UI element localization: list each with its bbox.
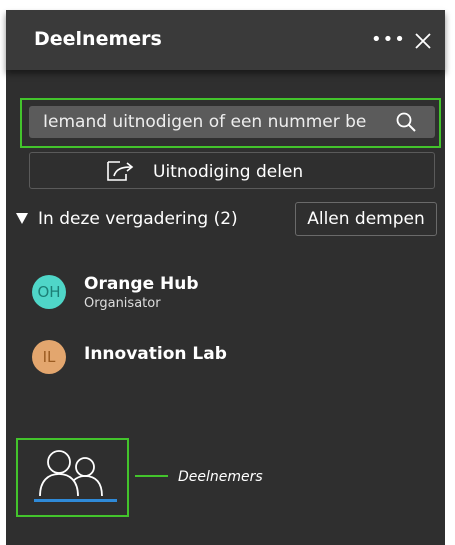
- callout-line: [135, 475, 168, 477]
- participants-toolbar-button[interactable]: [16, 438, 129, 517]
- avatar: IL: [32, 340, 66, 374]
- search-box[interactable]: [29, 106, 435, 138]
- participant-name: Orange Hub: [84, 274, 199, 294]
- invite-search-input[interactable]: [43, 110, 383, 134]
- in-meeting-section-toggle[interactable]: In deze vergadering (2): [16, 208, 256, 232]
- active-tab-indicator: [34, 499, 117, 502]
- search-icon[interactable]: [395, 111, 417, 133]
- caret-down-icon: [16, 213, 28, 224]
- callout-label: Deelnemers: [178, 469, 263, 485]
- share-icon: [107, 161, 134, 181]
- panel-header: Deelnemers •••: [6, 10, 445, 70]
- ellipsis-icon: •••: [371, 29, 406, 50]
- participant-row[interactable]: IL Innovation Lab: [32, 337, 412, 379]
- share-invite-button[interactable]: Uitnodiging delen: [29, 152, 435, 189]
- more-options-button[interactable]: •••: [371, 31, 405, 49]
- mute-all-button[interactable]: Allen dempen: [295, 202, 437, 236]
- avatar: OH: [32, 275, 66, 309]
- close-icon: [415, 33, 431, 49]
- close-button[interactable]: [415, 33, 431, 49]
- participants-panel: Deelnemers ••• Uitnodiging delen In deze…: [6, 10, 445, 545]
- panel-title: Deelnemers: [34, 28, 162, 50]
- participant-name: Innovation Lab: [84, 344, 227, 364]
- participant-row[interactable]: OH Orange Hub Organisator: [32, 272, 412, 314]
- in-meeting-section-label: In deze vergadering (2): [38, 209, 238, 229]
- share-invite-label: Uitnodiging delen: [153, 162, 304, 182]
- participant-role: Organisator: [84, 296, 161, 311]
- people-icon: [39, 450, 103, 497]
